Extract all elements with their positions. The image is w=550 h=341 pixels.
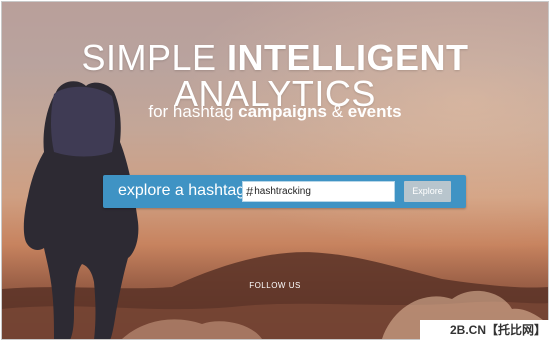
hashtag-search-bar: explore a hashtag # Explore <box>103 175 466 208</box>
subtitle-events: events <box>347 102 402 121</box>
headline-bold: INTELLIGENT <box>227 37 469 78</box>
follow-us-link[interactable]: FOLLOW US <box>2 281 548 290</box>
search-label: explore a hashtag <box>118 182 246 199</box>
hash-icon: # <box>246 184 254 199</box>
explore-button[interactable]: Explore <box>404 181 451 202</box>
page-subtitle: for hashtag campaigns & events <box>2 102 548 122</box>
subtitle-campaigns: campaigns <box>238 102 327 121</box>
subtitle-prefix: for hashtag <box>148 102 234 121</box>
watermark-text: 2B.CN【托比网】 <box>420 320 550 341</box>
screenshot-frame: SIMPLE INTELLIGENT ANALYTICS for hashtag… <box>1 1 549 340</box>
hero-section: SIMPLE INTELLIGENT ANALYTICS for hashtag… <box>2 2 548 339</box>
hashtag-input-field[interactable]: # <box>242 181 395 202</box>
hashtag-input[interactable] <box>254 186 385 197</box>
headline-prefix: SIMPLE <box>81 37 217 78</box>
subtitle-ampersand: & <box>331 102 344 121</box>
